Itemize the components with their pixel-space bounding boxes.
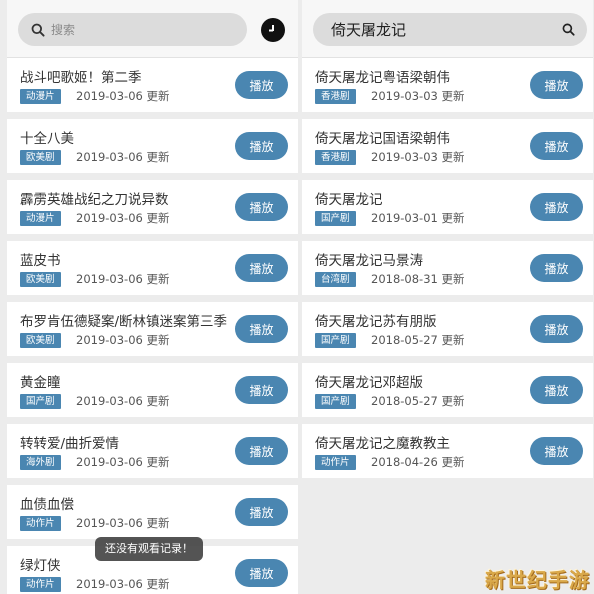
- update-date: 2019-03-06 更新: [76, 89, 170, 103]
- category-badge: 国产剧: [315, 394, 356, 409]
- item-title: 倚天屠龙记粤语梁朝伟: [315, 70, 450, 86]
- play-button[interactable]: 播放: [530, 437, 583, 465]
- category-badge: 动作片: [20, 577, 61, 592]
- category-badge: 台湾剧: [315, 272, 356, 287]
- left-panel: 搜索 战斗吧歌姬！第二季 动漫片 2019-03-06 更新 播放 十全八美 欧…: [7, 0, 298, 594]
- search-query: 倚天屠龙记: [331, 21, 407, 39]
- item-title: 转转爱/曲折爱情: [20, 436, 120, 452]
- item-title: 倚天屠龙记之魔教教主: [315, 436, 450, 452]
- item-title: 战斗吧歌姬！第二季: [20, 70, 142, 86]
- play-button[interactable]: 播放: [235, 559, 288, 587]
- item-title: 绿灯侠: [20, 558, 61, 574]
- search-bar: 倚天屠龙记: [302, 0, 593, 58]
- item-title: 倚天屠龙记苏有朋版: [315, 314, 437, 330]
- search-results: 倚天屠龙记粤语梁朝伟 香港剧 2019-03-03 更新 播放 倚天屠龙记国语梁…: [302, 58, 593, 485]
- category-badge: 欧美剧: [20, 272, 61, 287]
- update-date: 2018-04-26 更新: [371, 455, 465, 469]
- list-item[interactable]: 倚天屠龙记之魔教教主 动作片 2018-04-26 更新 播放: [302, 424, 593, 478]
- category-badge: 动作片: [315, 455, 356, 470]
- play-button[interactable]: 播放: [235, 315, 288, 343]
- update-date: 2019-03-03 更新: [371, 89, 465, 103]
- update-date: 2019-03-01 更新: [371, 211, 465, 225]
- toast-message: 还没有观看记录！: [95, 537, 203, 561]
- clock-icon: [269, 25, 274, 32]
- category-badge: 国产剧: [315, 333, 356, 348]
- search-bar: 搜索: [7, 0, 298, 58]
- watermark-logo: 新世纪手游: [485, 568, 590, 592]
- item-title: 霹雳英雄战纪之刀说异数: [20, 192, 169, 208]
- item-title: 倚天屠龙记国语梁朝伟: [315, 131, 450, 147]
- list-item[interactable]: 倚天屠龙记粤语梁朝伟 香港剧 2019-03-03 更新 播放: [302, 58, 593, 112]
- update-date: 2018-08-31 更新: [371, 272, 465, 286]
- item-title: 十全八美: [20, 131, 74, 147]
- list-item[interactable]: 战斗吧歌姬！第二季 动漫片 2019-03-06 更新 播放: [7, 58, 298, 112]
- item-title: 倚天屠龙记邓超版: [315, 375, 423, 391]
- update-date: 2019-03-06 更新: [76, 394, 170, 408]
- play-button[interactable]: 播放: [530, 193, 583, 221]
- list-item[interactable]: 倚天屠龙记 国产剧 2019-03-01 更新 播放: [302, 180, 593, 234]
- update-date: 2019-03-03 更新: [371, 150, 465, 164]
- update-date: 2019-03-06 更新: [76, 455, 170, 469]
- list-item[interactable]: 布罗肯伍德疑案/断林镇迷案第三季 欧美剧 2019-03-06 更新 播放: [7, 302, 298, 356]
- item-title: 布罗肯伍德疑案/断林镇迷案第三季: [20, 314, 228, 330]
- update-date: 2019-03-06 更新: [76, 211, 170, 225]
- play-button[interactable]: 播放: [530, 254, 583, 282]
- list-item[interactable]: 转转爱/曲折爱情 海外剧 2019-03-06 更新 播放: [7, 424, 298, 478]
- search-input[interactable]: 搜索: [18, 13, 247, 46]
- play-button[interactable]: 播放: [235, 437, 288, 465]
- category-badge: 欧美剧: [20, 333, 61, 348]
- list-item[interactable]: 倚天屠龙记国语梁朝伟 香港剧 2019-03-03 更新 播放: [302, 119, 593, 173]
- category-badge: 海外剧: [20, 455, 61, 470]
- list-item[interactable]: 黄金瞳 国产剧 2019-03-06 更新 播放: [7, 363, 298, 417]
- list-item[interactable]: 血债血偿 动作片 2019-03-06 更新 播放: [7, 485, 298, 539]
- right-panel: 倚天屠龙记 倚天屠龙记粤语梁朝伟 香港剧 2019-03-03 更新 播放 倚天…: [302, 0, 593, 594]
- item-title: 血债血偿: [20, 497, 74, 513]
- play-button[interactable]: 播放: [235, 132, 288, 160]
- search-icon[interactable]: [562, 23, 575, 36]
- list-item[interactable]: 倚天屠龙记苏有朋版 国产剧 2018-05-27 更新 播放: [302, 302, 593, 356]
- search-placeholder: 搜索: [51, 23, 76, 37]
- category-badge: 香港剧: [315, 150, 356, 165]
- update-date: 2019-03-06 更新: [76, 516, 170, 530]
- category-badge: 国产剧: [20, 394, 61, 409]
- item-title: 黄金瞳: [20, 375, 61, 391]
- category-badge: 动漫片: [20, 89, 61, 104]
- play-button[interactable]: 播放: [235, 71, 288, 99]
- search-icon: [31, 23, 45, 37]
- category-badge: 香港剧: [315, 89, 356, 104]
- item-title: 倚天屠龙记: [315, 192, 383, 208]
- item-title: 倚天屠龙记马景涛: [315, 253, 423, 269]
- update-date: 2019-03-06 更新: [76, 333, 170, 347]
- list-item[interactable]: 倚天屠龙记马景涛 台湾剧 2018-08-31 更新 播放: [302, 241, 593, 295]
- play-button[interactable]: 播放: [530, 315, 583, 343]
- play-button[interactable]: 播放: [235, 376, 288, 404]
- play-button[interactable]: 播放: [235, 498, 288, 526]
- update-date: 2019-03-06 更新: [76, 150, 170, 164]
- play-button[interactable]: 播放: [530, 132, 583, 160]
- list-item[interactable]: 倚天屠龙记邓超版 国产剧 2018-05-27 更新 播放: [302, 363, 593, 417]
- play-button[interactable]: 播放: [235, 193, 288, 221]
- search-input[interactable]: 倚天屠龙记: [313, 13, 587, 46]
- update-date: 2019-03-06 更新: [76, 272, 170, 286]
- list-item[interactable]: 霹雳英雄战纪之刀说异数 动漫片 2019-03-06 更新 播放: [7, 180, 298, 234]
- play-button[interactable]: 播放: [235, 254, 288, 282]
- play-button[interactable]: 播放: [530, 376, 583, 404]
- update-date: 2018-05-27 更新: [371, 394, 465, 408]
- list-item[interactable]: 十全八美 欧美剧 2019-03-06 更新 播放: [7, 119, 298, 173]
- category-badge: 国产剧: [315, 211, 356, 226]
- history-button[interactable]: [261, 18, 285, 42]
- category-badge: 欧美剧: [20, 150, 61, 165]
- video-list: 战斗吧歌姬！第二季 动漫片 2019-03-06 更新 播放 十全八美 欧美剧 …: [7, 58, 298, 594]
- play-button[interactable]: 播放: [530, 71, 583, 99]
- update-date: 2018-05-27 更新: [371, 333, 465, 347]
- item-title: 蓝皮书: [20, 253, 61, 269]
- update-date: 2019-03-06 更新: [76, 577, 170, 591]
- list-item[interactable]: 蓝皮书 欧美剧 2019-03-06 更新 播放: [7, 241, 298, 295]
- category-badge: 动作片: [20, 516, 61, 531]
- category-badge: 动漫片: [20, 211, 61, 226]
